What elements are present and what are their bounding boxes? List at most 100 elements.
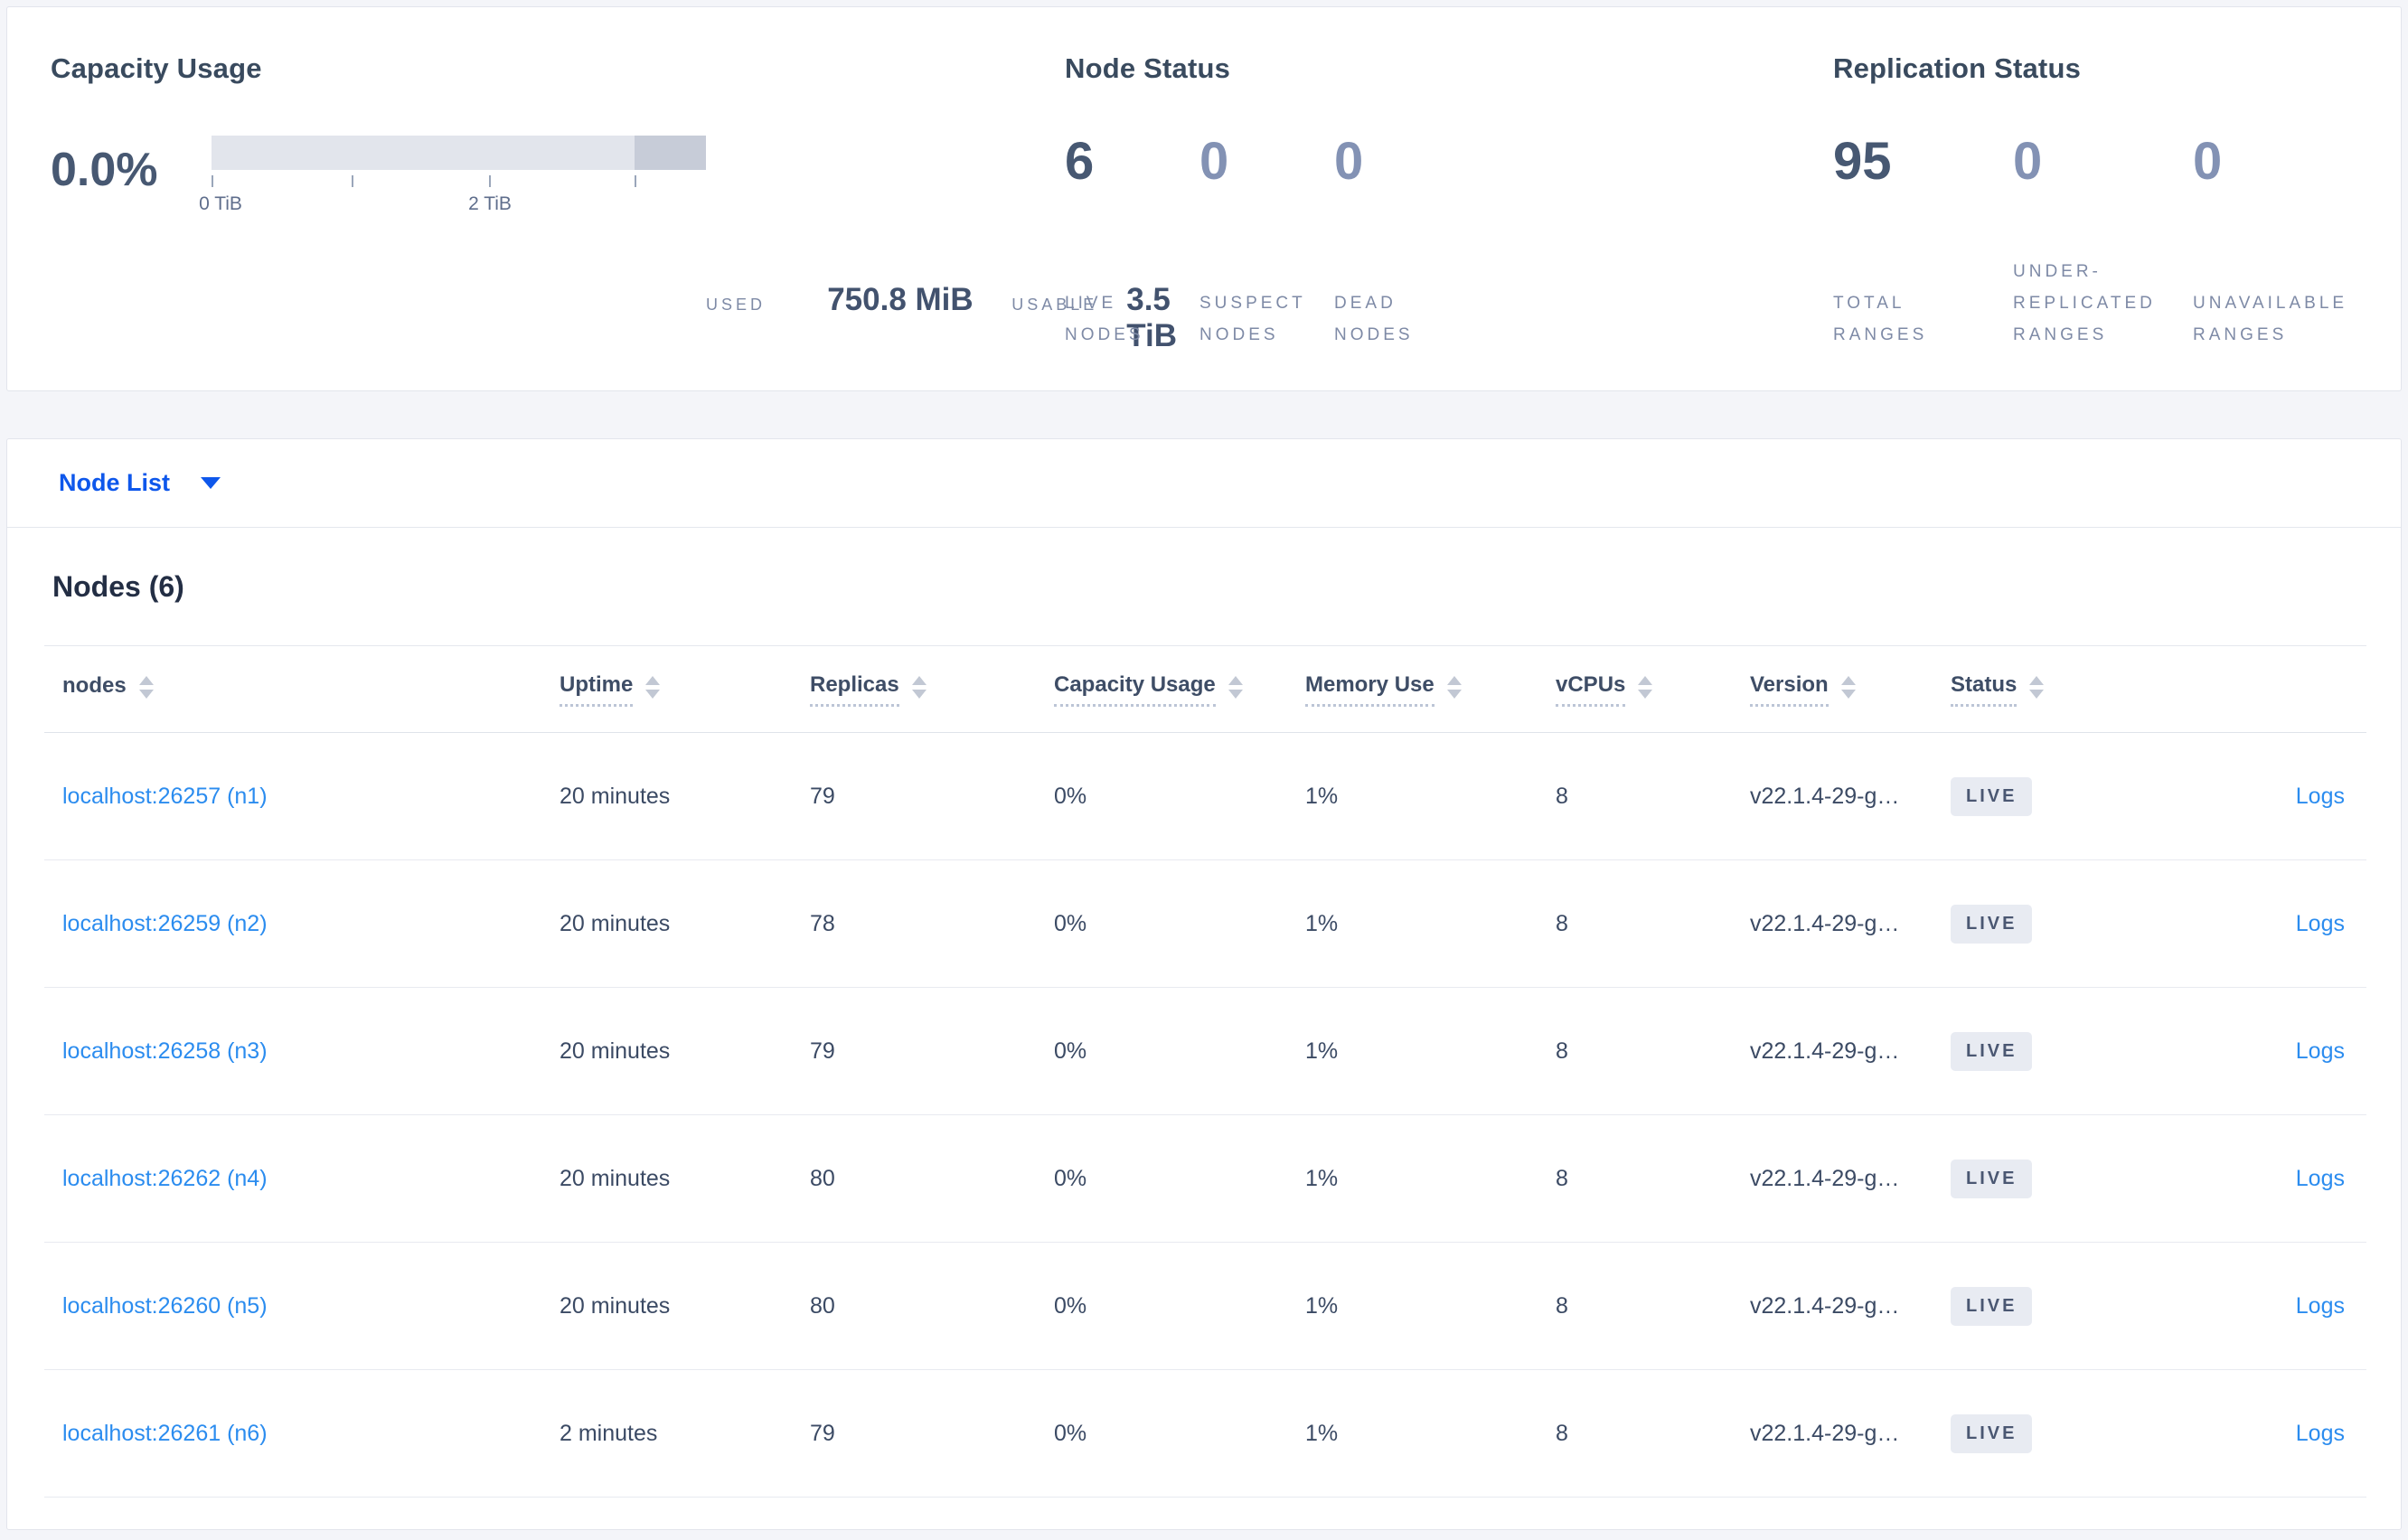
- node-link[interactable]: localhost:26258 (n3): [62, 1038, 268, 1064]
- capacity-usage-title: Capacity Usage: [51, 52, 262, 84]
- suspect-nodes-value: 0: [1199, 132, 1229, 191]
- version-cell: v22.1.4-29-g…: [1750, 1420, 1900, 1446]
- total-ranges-metric: 95 TOTAL RANGES: [1833, 136, 2013, 354]
- sort-icon[interactable]: [1840, 675, 1856, 699]
- column-header-nodes[interactable]: nodes: [44, 673, 560, 705]
- sort-icon[interactable]: [645, 675, 661, 699]
- axis-tick: [635, 175, 636, 187]
- capacity-bar: [212, 136, 706, 170]
- column-header-replicas[interactable]: Replicas: [810, 672, 1054, 707]
- capacity-usage-cell: 0%: [1054, 1292, 1087, 1319]
- sort-icon[interactable]: [1228, 675, 1243, 699]
- vcpus-cell: 8: [1556, 1420, 1568, 1446]
- column-header-label: Memory Use: [1305, 672, 1434, 707]
- column-header-memory-use[interactable]: Memory Use: [1305, 672, 1556, 707]
- node-link[interactable]: localhost:26261 (n6): [62, 1421, 268, 1446]
- logs-cell: Logs: [2215, 1166, 2366, 1192]
- logs-cell: Logs: [2215, 1293, 2366, 1319]
- node-status-section: Node Status 6 LIVE NODES 0 SUSPECT NODES…: [1065, 52, 1833, 354]
- vcpus-cell: 8: [1556, 910, 1568, 936]
- table-row: localhost:26257 (n1) 20 minutes 79 0% 1%…: [44, 733, 2366, 860]
- replicas-cell: 79: [810, 1420, 835, 1446]
- vcpus-cell: 8: [1556, 1038, 1568, 1064]
- replicas-cell: 79: [810, 1038, 835, 1064]
- uptime-cell: 20 minutes: [560, 910, 671, 936]
- sort-icon[interactable]: [1638, 675, 1653, 699]
- unavailable-ranges-label: UNAVAILABLE RANGES: [2193, 293, 2348, 344]
- memory-use-cell: 1%: [1305, 1292, 1339, 1319]
- sort-icon[interactable]: [911, 675, 927, 699]
- logs-link[interactable]: Logs: [2296, 1293, 2345, 1319]
- column-header-version[interactable]: Version: [1750, 672, 1951, 707]
- replication-status-body: 95 TOTAL RANGES 0 UNDER-REPLICATED RANGE…: [1833, 136, 2401, 354]
- node-address-cell: localhost:26257 (n1): [44, 784, 560, 810]
- axis-tick: [489, 175, 491, 187]
- column-header-uptime[interactable]: Uptime: [560, 672, 810, 707]
- logs-cell: Logs: [2215, 1421, 2366, 1447]
- sort-icon[interactable]: [1446, 675, 1462, 699]
- column-header-label: nodes: [62, 673, 127, 698]
- unavailable-ranges-metric: 0 UNAVAILABLE RANGES: [2193, 136, 2401, 354]
- axis-tick-label: 2 TiB: [468, 193, 512, 214]
- column-header-label: Uptime: [560, 672, 634, 707]
- capacity-usage-chart-row: 0.0% 0 TiB 2 TiB: [51, 136, 706, 354]
- logs-cell: Logs: [2215, 784, 2366, 810]
- status-badge: LIVE: [1951, 1286, 2033, 1326]
- column-header-capacity-usage[interactable]: Capacity Usage: [1054, 672, 1305, 707]
- version-cell: v22.1.4-29-g…: [1750, 1165, 1900, 1191]
- sort-icon[interactable]: [138, 675, 154, 699]
- logs-link[interactable]: Logs: [2296, 1166, 2345, 1191]
- node-list-dropdown[interactable]: Node List: [59, 469, 221, 497]
- capacity-usage-bar-chart: 0 TiB 2 TiB: [199, 136, 706, 354]
- table-row: localhost:26260 (n5) 20 minutes 80 0% 1%…: [44, 1243, 2366, 1370]
- capacity-usage-section: Capacity Usage 0.0% 0 TiB 2 TiB USED 750…: [51, 52, 1177, 354]
- node-link[interactable]: localhost:26259 (n2): [62, 911, 268, 936]
- column-header-label: Capacity Usage: [1054, 672, 1216, 707]
- table-row: localhost:26259 (n2) 20 minutes 78 0% 1%…: [44, 860, 2366, 988]
- column-header-label: Version: [1750, 672, 1829, 707]
- status-cell: LIVE: [1951, 1031, 2215, 1071]
- replicas-cell: 79: [810, 783, 835, 809]
- logs-link[interactable]: Logs: [2296, 911, 2345, 936]
- logs-link[interactable]: Logs: [2296, 1038, 2345, 1064]
- status-badge: LIVE: [1951, 1031, 2033, 1071]
- column-header-status[interactable]: Status: [1951, 672, 2215, 707]
- under-replicated-ranges-metric: 0 UNDER-REPLICATED RANGES: [2013, 136, 2193, 354]
- live-nodes-label: LIVE NODES: [1065, 293, 1144, 344]
- memory-use-cell: 1%: [1305, 1165, 1339, 1191]
- column-header-label: Replicas: [810, 672, 899, 707]
- replicas-cell: 80: [810, 1165, 835, 1191]
- memory-use-cell: 1%: [1305, 910, 1339, 936]
- nodes-table-header: nodes Uptime Replicas Capacity Usage Mem…: [44, 645, 2366, 733]
- dead-nodes-value: 0: [1334, 132, 1364, 191]
- capacity-usage-cell: 0%: [1054, 1420, 1087, 1446]
- total-ranges-label: TOTAL RANGES: [1833, 293, 1928, 344]
- axis-tick: [212, 175, 213, 187]
- logs-link[interactable]: Logs: [2296, 1421, 2345, 1446]
- logs-link[interactable]: Logs: [2296, 784, 2345, 809]
- version-cell: v22.1.4-29-g…: [1750, 1038, 1900, 1064]
- nodes-table: nodes Uptime Replicas Capacity Usage Mem…: [44, 645, 2366, 1529]
- vcpus-cell: 8: [1556, 1165, 1568, 1191]
- table-row: localhost:26258 (n3) 20 minutes 79 0% 1%…: [44, 988, 2366, 1115]
- node-link[interactable]: localhost:26262 (n4): [62, 1166, 268, 1191]
- uptime-cell: 20 minutes: [560, 1038, 671, 1064]
- memory-use-cell: 1%: [1305, 783, 1339, 809]
- capacity-usage-cell: 0%: [1054, 783, 1087, 809]
- used-label: USED: [706, 296, 767, 314]
- node-link[interactable]: localhost:26260 (n5): [62, 1293, 268, 1319]
- capacity-usage-cell: 0%: [1054, 1165, 1087, 1191]
- uptime-cell: 2 minutes: [560, 1420, 658, 1446]
- memory-use-cell: 1%: [1305, 1038, 1339, 1064]
- node-link[interactable]: localhost:26257 (n1): [62, 784, 268, 809]
- column-header-vcpus[interactable]: vCPUs: [1556, 672, 1750, 707]
- table-row: localhost:26262 (n4) 20 minutes 80 0% 1%…: [44, 1115, 2366, 1243]
- status-badge: LIVE: [1951, 1413, 2033, 1453]
- node-status-title: Node Status: [1065, 52, 1231, 84]
- axis-tick: [352, 175, 353, 187]
- column-header-label: Status: [1951, 672, 2018, 707]
- node-address-cell: localhost:26262 (n4): [44, 1166, 560, 1192]
- uptime-cell: 20 minutes: [560, 1165, 671, 1191]
- sort-icon[interactable]: [2029, 675, 2045, 699]
- capacity-usage-percent: 0.0%: [51, 144, 158, 196]
